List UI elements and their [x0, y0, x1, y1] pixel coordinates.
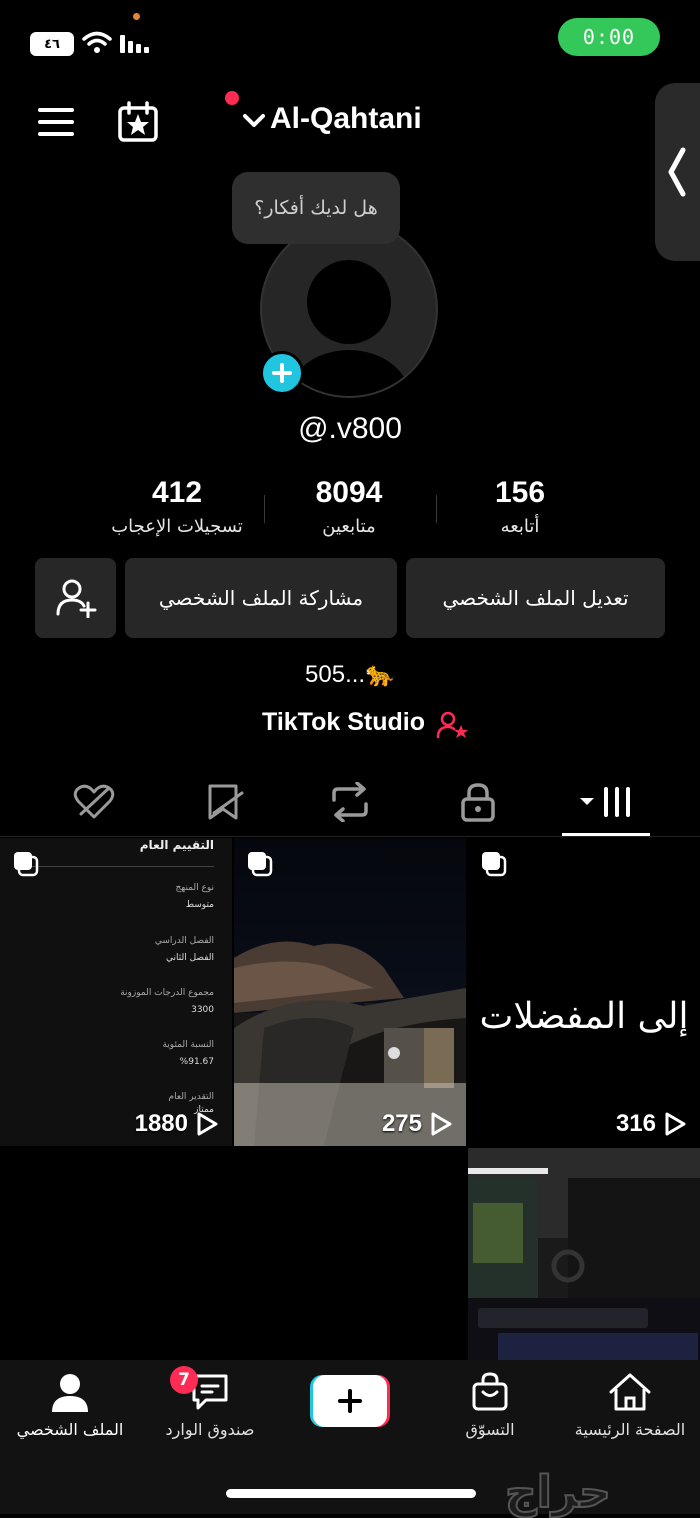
- lock-icon: [461, 782, 495, 822]
- chevron-down-icon[interactable]: [243, 113, 265, 129]
- document-row-value: متوسط: [185, 900, 214, 910]
- inbox-badge: 7: [170, 1366, 198, 1394]
- multi-photo-icon: [248, 852, 273, 877]
- play-icon: [431, 1112, 452, 1136]
- profile-handle: @.v800: [298, 412, 402, 445]
- bookmark-hidden-icon: [208, 784, 244, 819]
- likes-label: تسجيلات الإعجاب: [111, 516, 243, 537]
- document-row-value: الفصل الثاني: [166, 953, 214, 963]
- plus-icon: [272, 363, 292, 383]
- videos-grid-icon: [580, 786, 630, 817]
- document-row-label: مجموع الدرجات الموزونة: [120, 988, 214, 998]
- document-row-value: 3300: [191, 1005, 214, 1015]
- nav-profile[interactable]: الملف الشخصي: [0, 1372, 140, 1439]
- home-indicator[interactable]: [226, 1489, 476, 1498]
- gaming-room-scene: [468, 1148, 700, 1360]
- view-count: 275: [234, 1110, 466, 1138]
- following-label: أتابعه: [500, 516, 540, 537]
- likes-stat[interactable]: 412 تسجيلات الإعجاب: [77, 476, 277, 537]
- followers-label: متابعين: [322, 516, 376, 537]
- view-count-value: 1880: [134, 1110, 188, 1137]
- plus-icon: [338, 1389, 362, 1413]
- repost-icon: [332, 781, 368, 822]
- battery-icon: ٤٦: [30, 32, 74, 56]
- document-row-label: نوع المنهج: [175, 883, 214, 893]
- nav-label: التسوّق: [465, 1420, 515, 1439]
- tab-videos[interactable]: [566, 774, 646, 829]
- document-rule: [30, 866, 214, 867]
- battery-level: ٤٦: [44, 36, 60, 52]
- privacy-indicator-dot: [133, 13, 140, 20]
- tent-night-scene: [234, 838, 466, 1146]
- followers-stat[interactable]: 8094 متابعين: [249, 476, 449, 537]
- call-time: 0:00: [582, 25, 636, 49]
- play-icon: [197, 1112, 218, 1136]
- tab-liked-private[interactable]: [54, 774, 134, 829]
- nav-label: الملف الشخصي: [16, 1420, 124, 1439]
- likes-count: 412: [151, 476, 203, 509]
- create-button[interactable]: [310, 1375, 390, 1427]
- video-thumbnail-1[interactable]: التقييم العام نوع المنهج متوسط الفصل الد…: [0, 838, 232, 1146]
- video-thumbnail-3[interactable]: إلى المفضلات 316: [468, 838, 700, 1146]
- shopping-bag-icon: [472, 1372, 508, 1411]
- calendar-star-icon[interactable]: [117, 101, 159, 143]
- view-count-value: 275: [381, 1110, 422, 1137]
- tiktok-studio-link[interactable]: TikTok Studio: [262, 708, 425, 737]
- chevron-left-icon: [668, 147, 686, 197]
- menu-icon[interactable]: [38, 107, 76, 137]
- document-title: التقييم العام: [139, 838, 214, 852]
- multi-photo-icon: [14, 852, 39, 877]
- followers-count: 8094: [315, 476, 383, 509]
- side-drawer-handle[interactable]: [655, 83, 700, 261]
- thought-bubble-text: هل لديك أفكار؟: [254, 197, 378, 219]
- nav-label: صندوق الوارد: [165, 1420, 255, 1439]
- profile-icon: [52, 1374, 88, 1412]
- play-icon: [665, 1112, 686, 1136]
- tab-private-videos[interactable]: [438, 774, 518, 829]
- video-thumbnail-2[interactable]: 275: [234, 838, 466, 1146]
- notification-dot: [225, 91, 239, 105]
- document-row-label: التقدير العام: [168, 1092, 214, 1102]
- view-count: 316: [468, 1110, 700, 1138]
- multi-photo-icon: [482, 852, 507, 877]
- document-row-label: النسبة المئوية: [162, 1040, 214, 1050]
- following-count: 156: [494, 476, 546, 509]
- video-caption: إلى المفضلات: [479, 996, 689, 1037]
- nav-inbox[interactable]: صندوق الوارد: [140, 1372, 280, 1439]
- edit-profile-button[interactable]: تعديل الملف الشخصي: [406, 558, 665, 638]
- home-icon: [609, 1373, 651, 1411]
- watermark-logo: حراج: [504, 1466, 612, 1518]
- nav-shop[interactable]: التسوّق: [420, 1372, 560, 1439]
- thought-bubble[interactable]: هل لديك أفكار؟: [232, 172, 400, 244]
- signal-icon: [120, 35, 149, 53]
- wifi-icon: [82, 31, 112, 53]
- document-row-label: الفصل الدراسي: [154, 936, 214, 946]
- following-stat[interactable]: 156 أتابعه: [420, 476, 620, 537]
- add-friend-button[interactable]: [35, 558, 116, 638]
- share-profile-button[interactable]: مشاركة الملف الشخصي: [125, 558, 397, 638]
- view-count-value: 316: [615, 1110, 656, 1137]
- tabs-divider: [0, 836, 700, 837]
- add-photo-button[interactable]: [260, 351, 304, 395]
- profile-bio: 505...🐆: [305, 661, 395, 688]
- view-count: 1880: [0, 1110, 232, 1138]
- nav-home[interactable]: الصفحة الرئيسية: [560, 1372, 700, 1439]
- account-switcher-username[interactable]: Al-Qahtani: [270, 102, 422, 136]
- tab-reposts[interactable]: [310, 774, 390, 829]
- creator-star-icon[interactable]: [436, 710, 470, 740]
- call-timer-pill[interactable]: 0:00: [558, 18, 660, 56]
- add-user-icon: [56, 579, 96, 618]
- heart-hidden-icon: [73, 784, 115, 818]
- video-thumbnail-4[interactable]: [468, 1148, 700, 1360]
- document-row-value: %91.67: [179, 1057, 214, 1067]
- nav-label: الصفحة الرئيسية: [574, 1420, 686, 1439]
- tab-favorites-private[interactable]: [185, 774, 265, 829]
